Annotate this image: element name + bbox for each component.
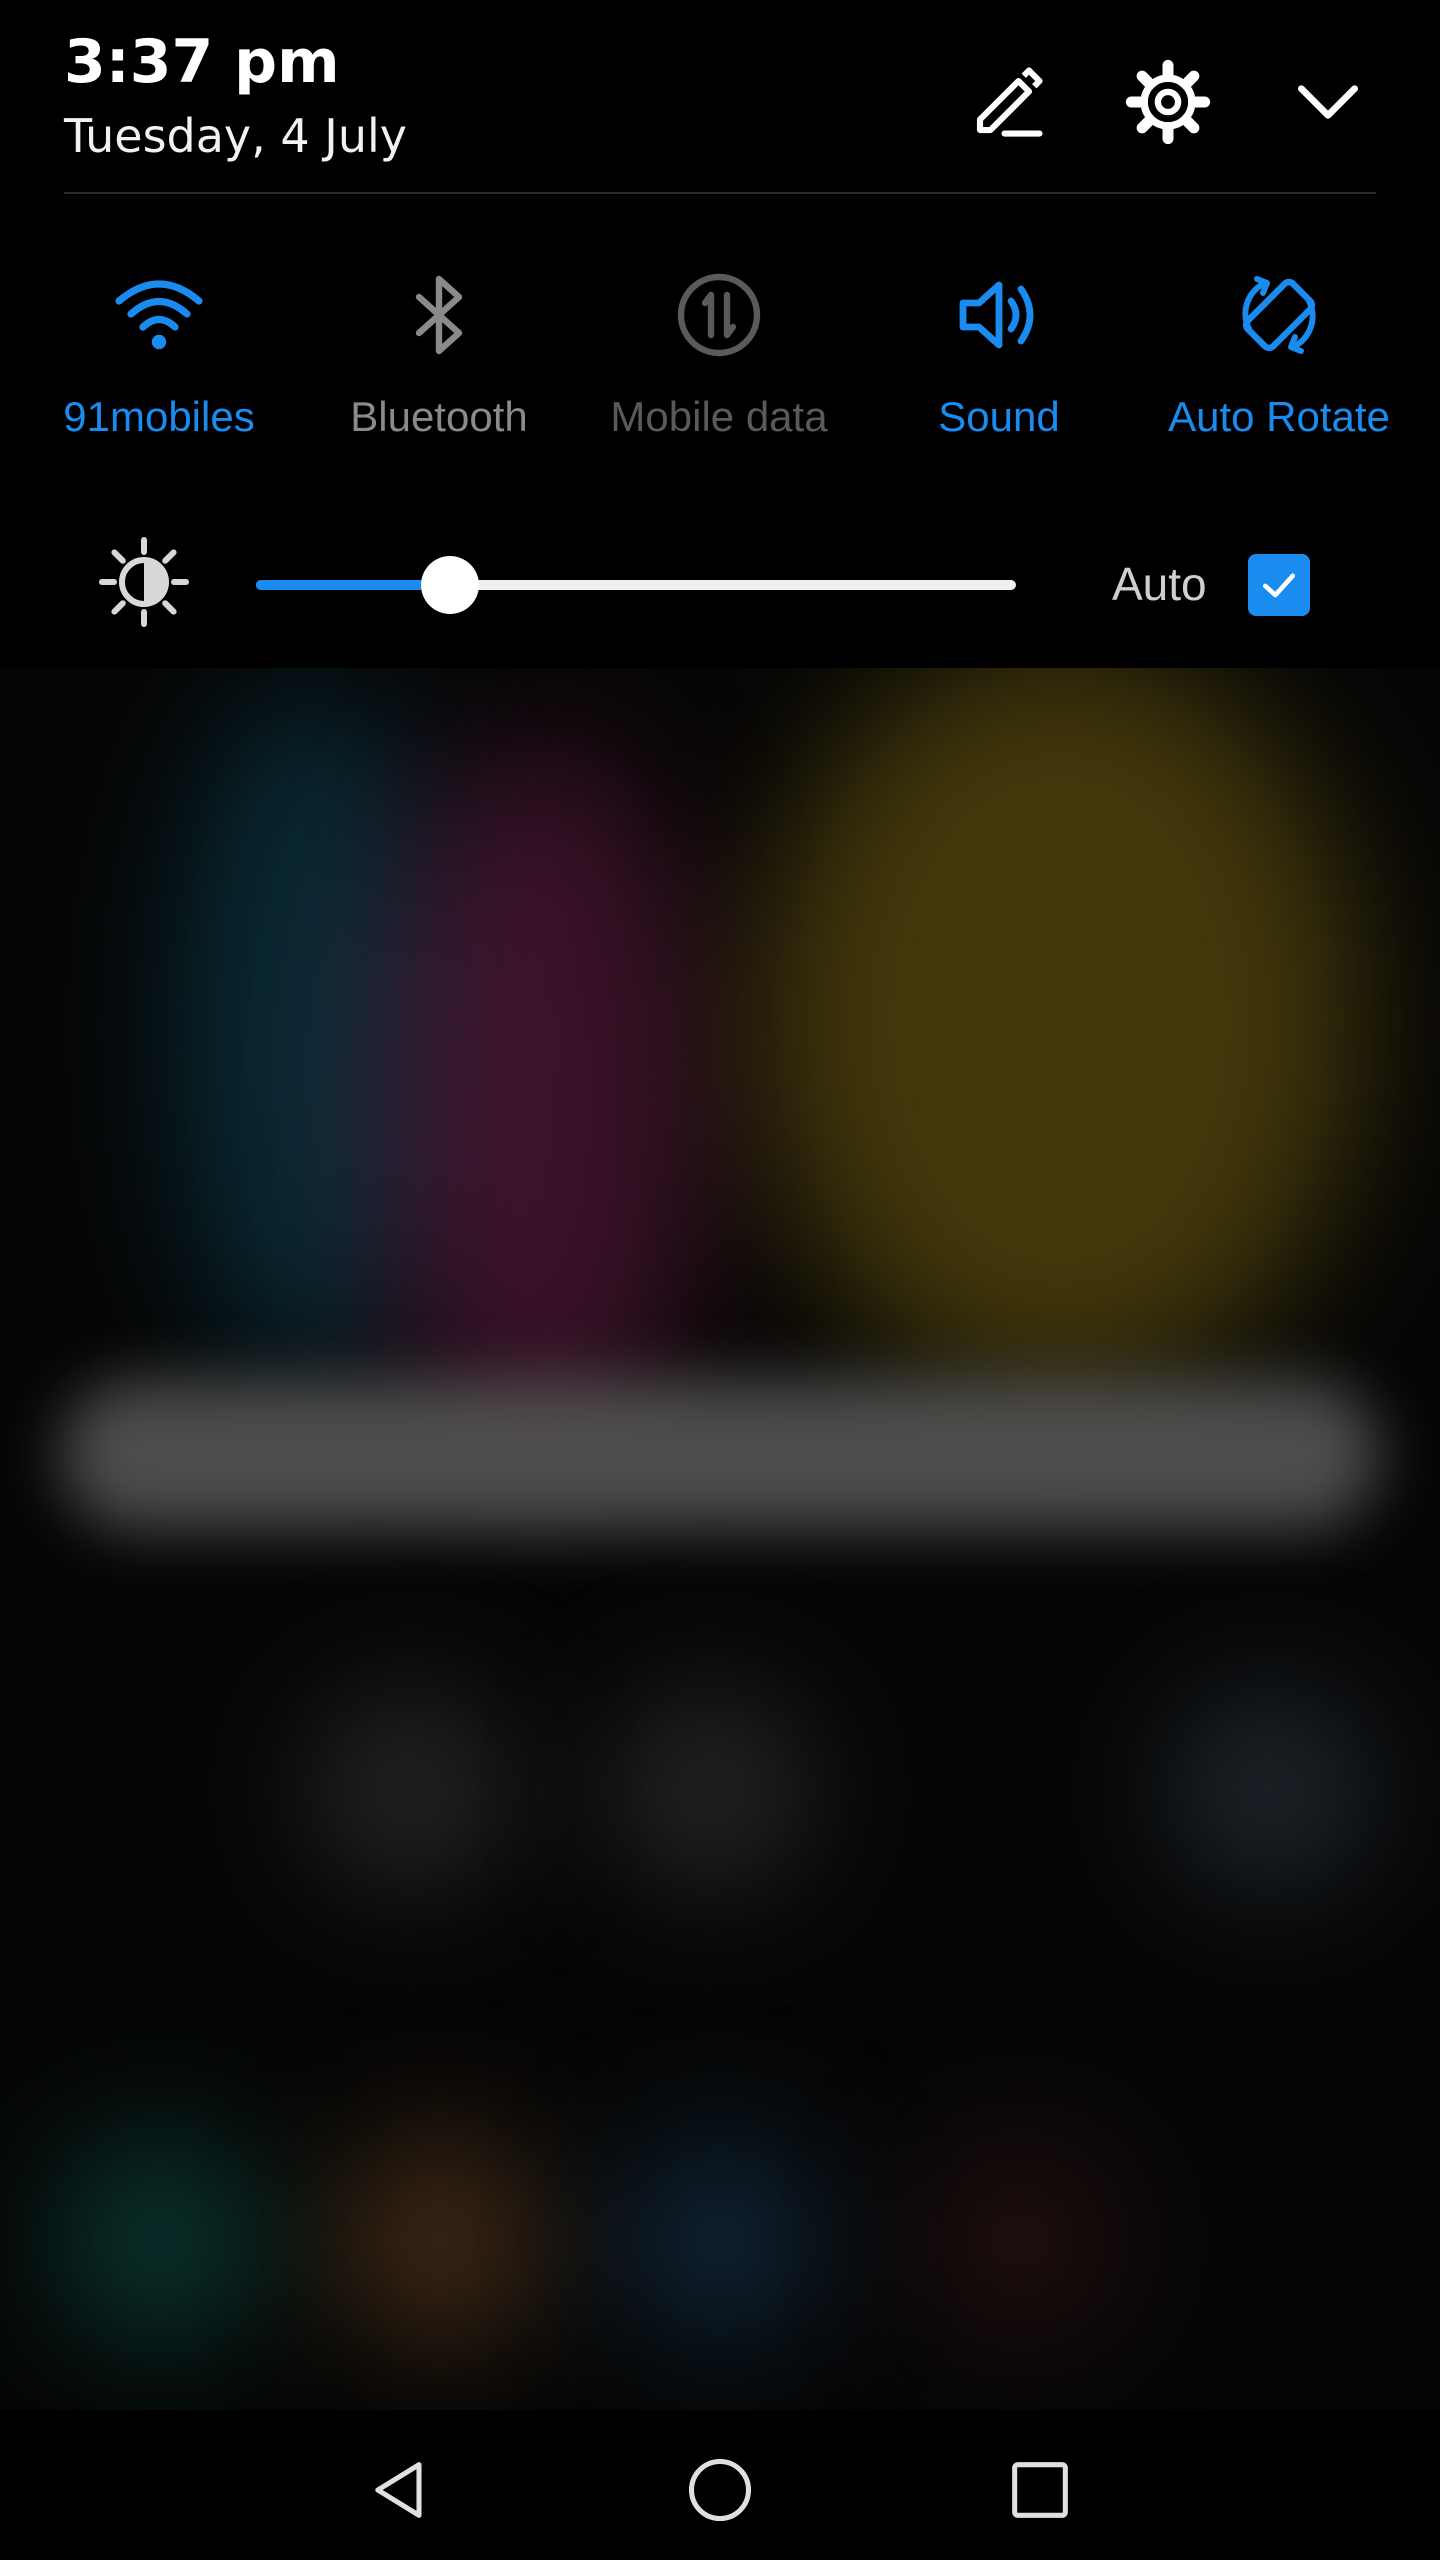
tile-label-wifi: 91mobiles — [63, 393, 255, 440]
speaker-icon — [959, 281, 1034, 349]
back-triangle-icon — [375, 2462, 422, 2518]
edit-button[interactable] — [958, 52, 1058, 152]
brightness-icon — [99, 537, 189, 627]
tile-label-sound: Sound — [938, 393, 1060, 440]
navigation-bar — [0, 2410, 1440, 2560]
tile-bluetooth[interactable]: Bluetooth — [299, 260, 579, 460]
notification-shade: 3:37 pm Tuesday, 4 July 91mobiles Blueto… — [0, 0, 1440, 2560]
wifi-icon — [115, 280, 203, 350]
clock-date: Tuesday, 4 July — [64, 109, 408, 163]
blurred-wallpaper — [0, 660, 1440, 2420]
gear-icon — [1125, 59, 1211, 145]
home-button[interactable] — [660, 2440, 780, 2540]
bluetooth-icon — [415, 275, 463, 355]
tile-label-bluetooth: Bluetooth — [350, 393, 528, 440]
recents-button[interactable] — [980, 2440, 1100, 2540]
mobile-data-icon — [677, 273, 761, 357]
pencil-icon — [976, 67, 1043, 137]
auto-brightness-label: Auto — [1112, 558, 1207, 610]
tile-label-mobile-data: Mobile data — [610, 393, 828, 440]
auto-rotate-icon — [1242, 276, 1316, 354]
auto-brightness-checkbox[interactable] — [1248, 554, 1310, 616]
tile-mobile-data[interactable]: Mobile data — [579, 260, 859, 460]
recents-square-icon — [1012, 2462, 1068, 2518]
brightness-slider[interactable] — [256, 556, 1016, 614]
quick-settings-panel: 3:37 pm Tuesday, 4 July 91mobiles Blueto… — [0, 0, 1440, 668]
tile-auto-rotate[interactable]: Auto Rotate — [1139, 260, 1419, 460]
clock-time: 3:37 pm — [64, 27, 340, 97]
back-button[interactable] — [340, 2440, 460, 2540]
tile-label-auto-rotate: Auto Rotate — [1168, 393, 1390, 440]
settings-button[interactable] — [1118, 52, 1218, 152]
brightness-slider-thumb[interactable] — [420, 556, 479, 614]
collapse-button[interactable] — [1278, 52, 1378, 152]
home-circle-icon — [688, 2458, 752, 2522]
header-divider — [64, 192, 1376, 194]
chevron-down-icon — [1298, 85, 1358, 119]
tile-wifi[interactable]: 91mobiles — [19, 260, 299, 460]
checkmark-icon — [1262, 573, 1296, 598]
tile-sound[interactable]: Sound — [859, 260, 1139, 460]
